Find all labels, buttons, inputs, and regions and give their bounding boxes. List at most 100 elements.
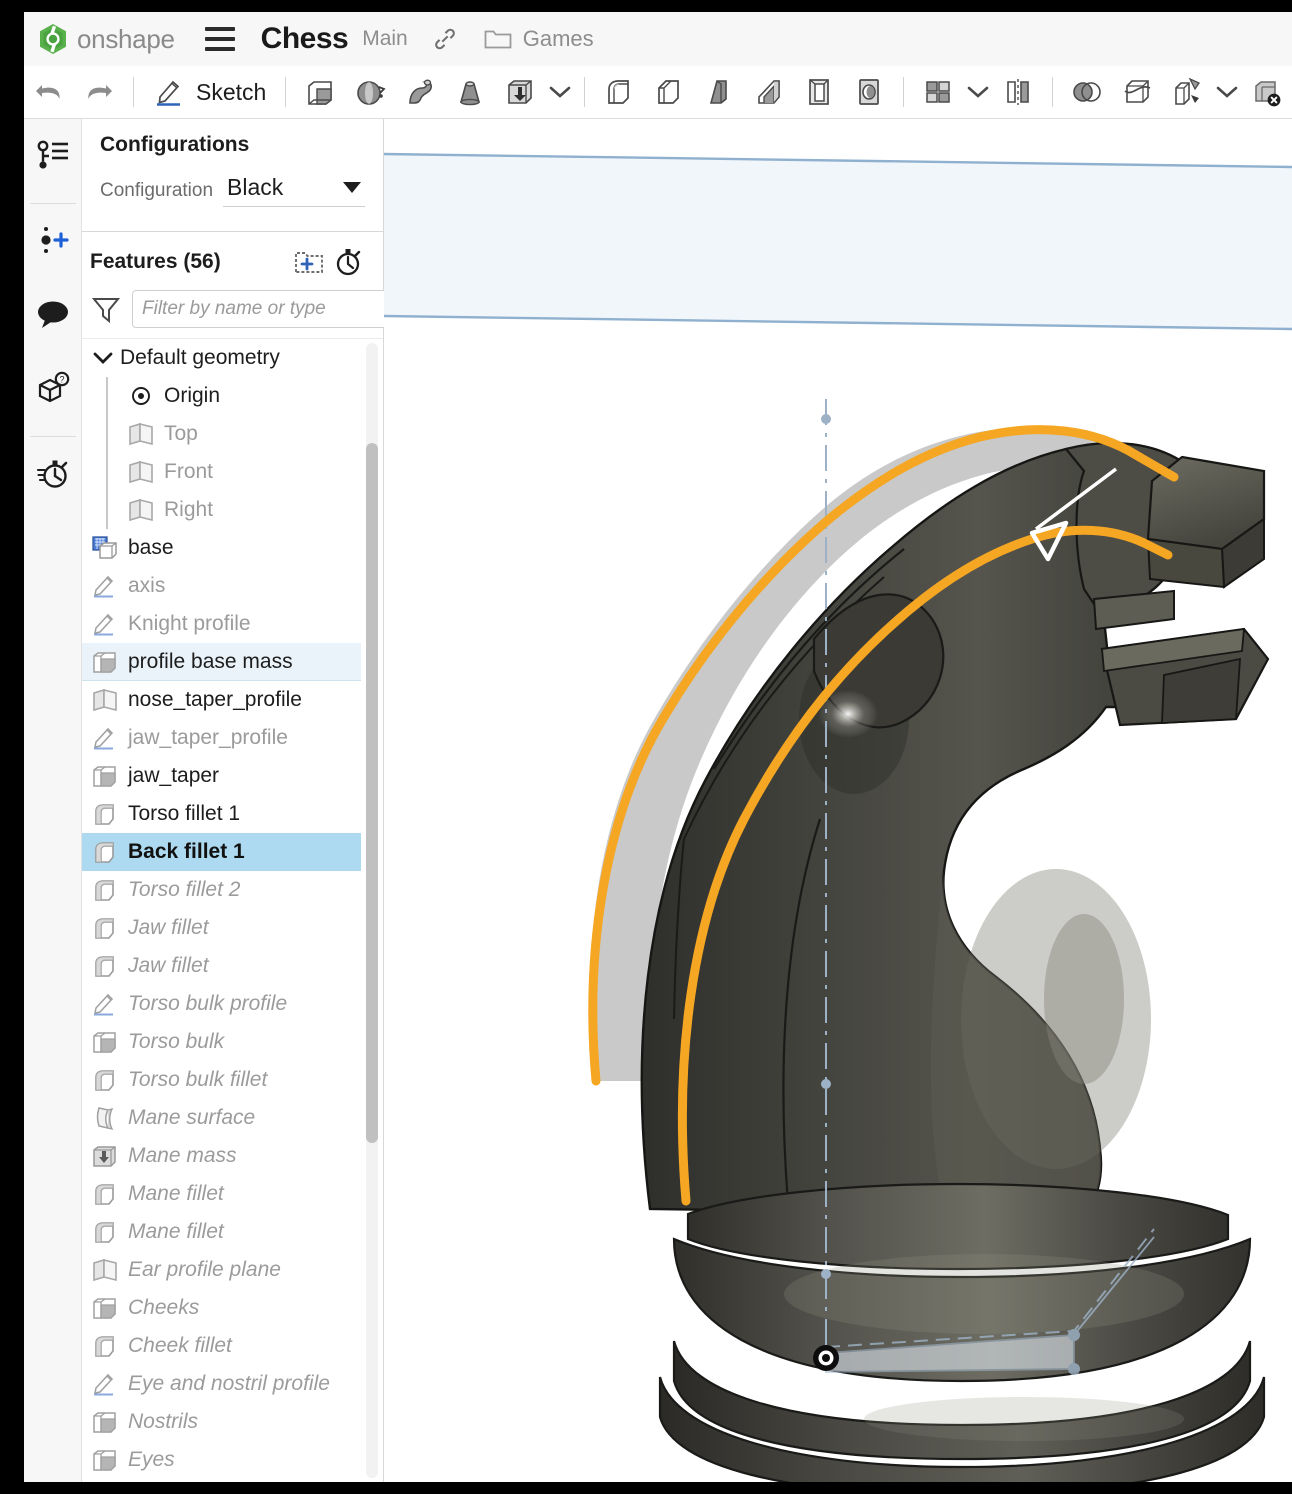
feature-tree-row[interactable]: Nostrils — [82, 1403, 361, 1441]
feature-tree-row[interactable]: Ear profile plane — [82, 1251, 361, 1289]
feature-tree-row[interactable]: axis — [82, 567, 361, 605]
chevron-down-icon — [549, 85, 571, 99]
feature-tree-row[interactable]: jaw_taper — [82, 757, 361, 795]
feature-tree-row[interactable]: nose_taper_profile — [82, 681, 361, 719]
sweep-icon — [403, 75, 437, 109]
knight-base — [660, 1184, 1264, 1482]
revolve-button[interactable] — [345, 66, 395, 119]
feature-tree-row[interactable]: Cheeks — [82, 1289, 361, 1327]
feature-tree-scrollbar[interactable] — [366, 343, 378, 1478]
feature-tree-row[interactable]: profile base mass — [82, 643, 361, 681]
page-title: Chess — [261, 22, 349, 56]
feature-tree-row[interactable]: Mane mass — [82, 1137, 361, 1175]
feature-tree-row[interactable]: Jaw fillet — [82, 909, 361, 947]
add-folder-button[interactable] — [289, 244, 329, 280]
feature-name-label: Ear profile plane — [128, 1258, 281, 1282]
undo-button[interactable] — [24, 66, 74, 119]
app-header: onshape Chess Main Games — [24, 12, 1292, 66]
hamburger-menu-icon[interactable] — [205, 27, 235, 51]
sketch-icon — [90, 723, 120, 753]
filter-input[interactable] — [132, 290, 399, 328]
feature-tree-row[interactable]: Eyes — [82, 1441, 361, 1479]
rib-icon — [752, 75, 786, 109]
configuration-value: Black — [227, 174, 283, 201]
pattern-button[interactable] — [913, 66, 963, 119]
onshape-app-window: onshape Chess Main Games — [0, 0, 1292, 1494]
transform-icon — [1170, 75, 1204, 109]
pattern-dropdown[interactable] — [963, 66, 993, 119]
link-icon[interactable] — [432, 26, 458, 52]
chamfer-button[interactable] — [644, 66, 694, 119]
feature-tree-row[interactable]: Origin — [82, 377, 361, 415]
feature-tree-row[interactable]: Front — [82, 453, 361, 491]
feature-tree-row[interactable]: Knight profile — [82, 605, 361, 643]
feature-tree-row[interactable]: Top — [82, 415, 361, 453]
draft-icon — [702, 75, 736, 109]
thicken-icon — [90, 1141, 120, 1171]
feature-tree-row[interactable]: Cheek fillet — [82, 1327, 361, 1365]
feature-name-label: axis — [128, 574, 165, 598]
extrude-button[interactable] — [295, 66, 345, 119]
transform-button[interactable] — [1162, 66, 1212, 119]
toolbar-divider — [1052, 77, 1053, 107]
loft-button[interactable] — [445, 66, 495, 119]
plane-icon — [126, 495, 156, 525]
fillet-button[interactable] — [594, 66, 644, 119]
folder-name-label: Games — [523, 26, 594, 52]
sidebar-item-insert[interactable] — [27, 214, 79, 266]
thicken-button[interactable] — [495, 66, 545, 119]
feature-history-button[interactable] — [329, 244, 369, 280]
feature-tree-row[interactable]: Eye and nostril profile — [82, 1365, 361, 1403]
feature-tree-row[interactable]: Jaw fillet — [82, 947, 361, 985]
sidebar-item-feature-list[interactable] — [27, 129, 79, 181]
redo-button[interactable] — [74, 66, 124, 119]
feature-tree-row[interactable]: Right — [82, 491, 361, 529]
feature-group-row[interactable]: Default geometry — [82, 339, 361, 377]
sketch-icon — [90, 609, 120, 639]
feature-tree-row[interactable]: Torso bulk — [82, 1023, 361, 1061]
feature-name-label: Nostrils — [128, 1410, 198, 1434]
configuration-select[interactable]: Black — [223, 174, 365, 207]
funnel-icon[interactable] — [90, 294, 122, 324]
sketch-button[interactable]: Sketch — [143, 66, 276, 119]
chevron-down-icon[interactable] — [90, 345, 116, 371]
sidebar-item-model-info[interactable]: ? — [27, 362, 79, 414]
draft-button[interactable] — [694, 66, 744, 119]
feature-list-icon — [35, 138, 71, 172]
feature-name-label: Cheeks — [128, 1296, 199, 1320]
feature-tree-row[interactable]: Back fillet 1 — [82, 833, 361, 871]
hole-button[interactable] — [844, 66, 894, 119]
breadcrumb-folder[interactable]: Games — [484, 26, 594, 52]
rib-button[interactable] — [744, 66, 794, 119]
sweep-button[interactable] — [395, 66, 445, 119]
mirror-button[interactable] — [993, 66, 1043, 119]
centerline-node — [821, 1079, 831, 1089]
extrude-icon — [90, 1445, 120, 1475]
delete-part-button[interactable] — [1242, 66, 1292, 119]
feature-name-label: Jaw fillet — [128, 954, 209, 978]
feature-name-label: base — [128, 536, 174, 560]
fillet-icon — [90, 1065, 120, 1095]
more-solid-features-dropdown[interactable] — [545, 66, 575, 119]
feature-tree-row[interactable]: base — [82, 529, 361, 567]
feature-tree-row[interactable]: Torso bulk fillet — [82, 1061, 361, 1099]
sidebar-item-history[interactable] — [27, 447, 79, 499]
feature-tree-row[interactable]: Torso fillet 2 — [82, 871, 361, 909]
scrollbar-thumb[interactable] — [366, 443, 378, 1143]
onshape-logo[interactable]: onshape — [38, 23, 175, 55]
origin-marker[interactable] — [813, 1345, 839, 1371]
feature-tree-row[interactable]: jaw_taper_profile — [82, 719, 361, 757]
split-button[interactable] — [1112, 66, 1162, 119]
feature-tree-row[interactable]: Mane fillet — [82, 1175, 361, 1213]
neck-sheen-core — [1044, 914, 1124, 1084]
feature-tree-row[interactable]: Mane fillet — [82, 1213, 361, 1251]
transform-dropdown[interactable] — [1212, 66, 1242, 119]
boolean-button[interactable] — [1062, 66, 1112, 119]
shell-button[interactable] — [794, 66, 844, 119]
graphics-viewport[interactable] — [384, 119, 1292, 1482]
feature-tree-row[interactable]: Torso bulk profile — [82, 985, 361, 1023]
cube-question-icon: ? — [35, 371, 71, 405]
sidebar-item-comments[interactable] — [27, 288, 79, 340]
feature-tree-row[interactable]: Torso fillet 1 — [82, 795, 361, 833]
feature-tree-row[interactable]: Mane surface — [82, 1099, 361, 1137]
